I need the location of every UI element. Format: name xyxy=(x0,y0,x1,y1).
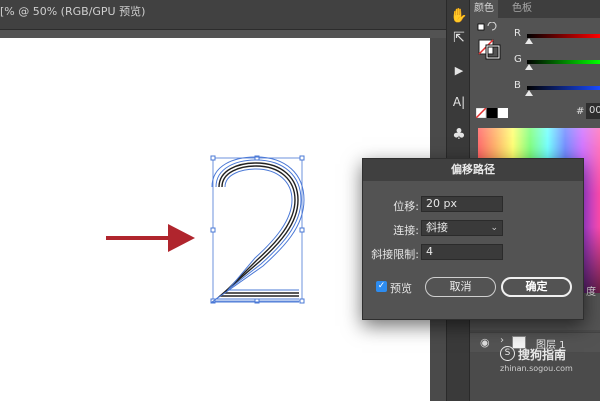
sogou-logo-icon: S xyxy=(500,346,515,361)
panel-tab-bar: 颜色 色板 xyxy=(470,0,600,18)
preview-checkbox[interactable]: ✓ xyxy=(376,281,387,292)
slider-thumb-g[interactable] xyxy=(525,64,533,70)
slider-b[interactable] xyxy=(527,86,600,90)
quick-swatches[interactable] xyxy=(476,108,510,118)
expand-chevron-icon[interactable]: › xyxy=(500,335,504,346)
chevron-down-icon: ⌄ xyxy=(490,223,498,233)
document-gutter xyxy=(0,30,446,38)
sogou-watermark: S 搜狗指南 zhinan.sogou.com xyxy=(500,346,600,386)
tab-color[interactable]: 颜色 xyxy=(470,0,498,18)
watermark-main: 搜狗指南 xyxy=(518,348,567,362)
puppet-warp-icon[interactable]: ✋ xyxy=(447,4,471,28)
red-arrow-icon xyxy=(106,224,195,252)
miter-limit-label: 斜接限制: xyxy=(371,248,419,261)
fill-stroke-icon[interactable] xyxy=(476,22,506,62)
channel-label-r: R xyxy=(514,28,521,39)
offset-label: 位移: xyxy=(393,200,419,213)
type-icon[interactable]: A| xyxy=(447,90,471,114)
offset-path-2 xyxy=(210,156,305,303)
join-select[interactable]: 斜接 ⌄ xyxy=(421,220,503,236)
join-label: 连接: xyxy=(393,224,419,237)
club-symbol-icon[interactable]: ♣ xyxy=(447,122,471,146)
partial-tab-label: 度 xyxy=(586,287,596,298)
eye-icon[interactable]: ◉ xyxy=(480,336,490,349)
preview-label[interactable]: 预览 xyxy=(390,280,412,296)
play-action-icon[interactable]: ▶ xyxy=(447,58,471,82)
miter-limit-input[interactable]: 4 xyxy=(421,244,503,260)
tab-swatches[interactable]: 色板 xyxy=(508,0,536,18)
join-select-value: 斜接 xyxy=(426,221,448,234)
document-tab-title[interactable]: [% @ 50% (RGB/GPU 预览) xyxy=(0,3,145,19)
slider-r[interactable] xyxy=(527,34,600,38)
slider-thumb-r[interactable] xyxy=(525,38,533,44)
dialog-title[interactable]: 偏移路径 xyxy=(363,159,583,181)
document-title-bar: [% @ 50% (RGB/GPU 预览) xyxy=(0,0,446,30)
ok-button[interactable]: 确定 xyxy=(501,277,572,297)
offset-path-dialog: 偏移路径 位移: 20 px 连接: 斜接 ⌄ 斜接限制: 4 ✓ 预览 取消 … xyxy=(362,158,584,320)
export-icon[interactable]: ⇱ xyxy=(447,26,471,50)
hex-input[interactable]: 00 xyxy=(586,103,600,119)
channel-label-g: G xyxy=(514,54,522,65)
offset-input[interactable]: 20 px xyxy=(421,196,503,212)
watermark-sub: zhinan.sogou.com xyxy=(500,364,573,373)
slider-thumb-b[interactable] xyxy=(525,90,533,96)
slider-g[interactable] xyxy=(527,60,600,64)
cancel-button[interactable]: 取消 xyxy=(425,277,496,297)
channel-label-b: B xyxy=(514,80,521,91)
hex-prefix: # xyxy=(576,106,585,117)
